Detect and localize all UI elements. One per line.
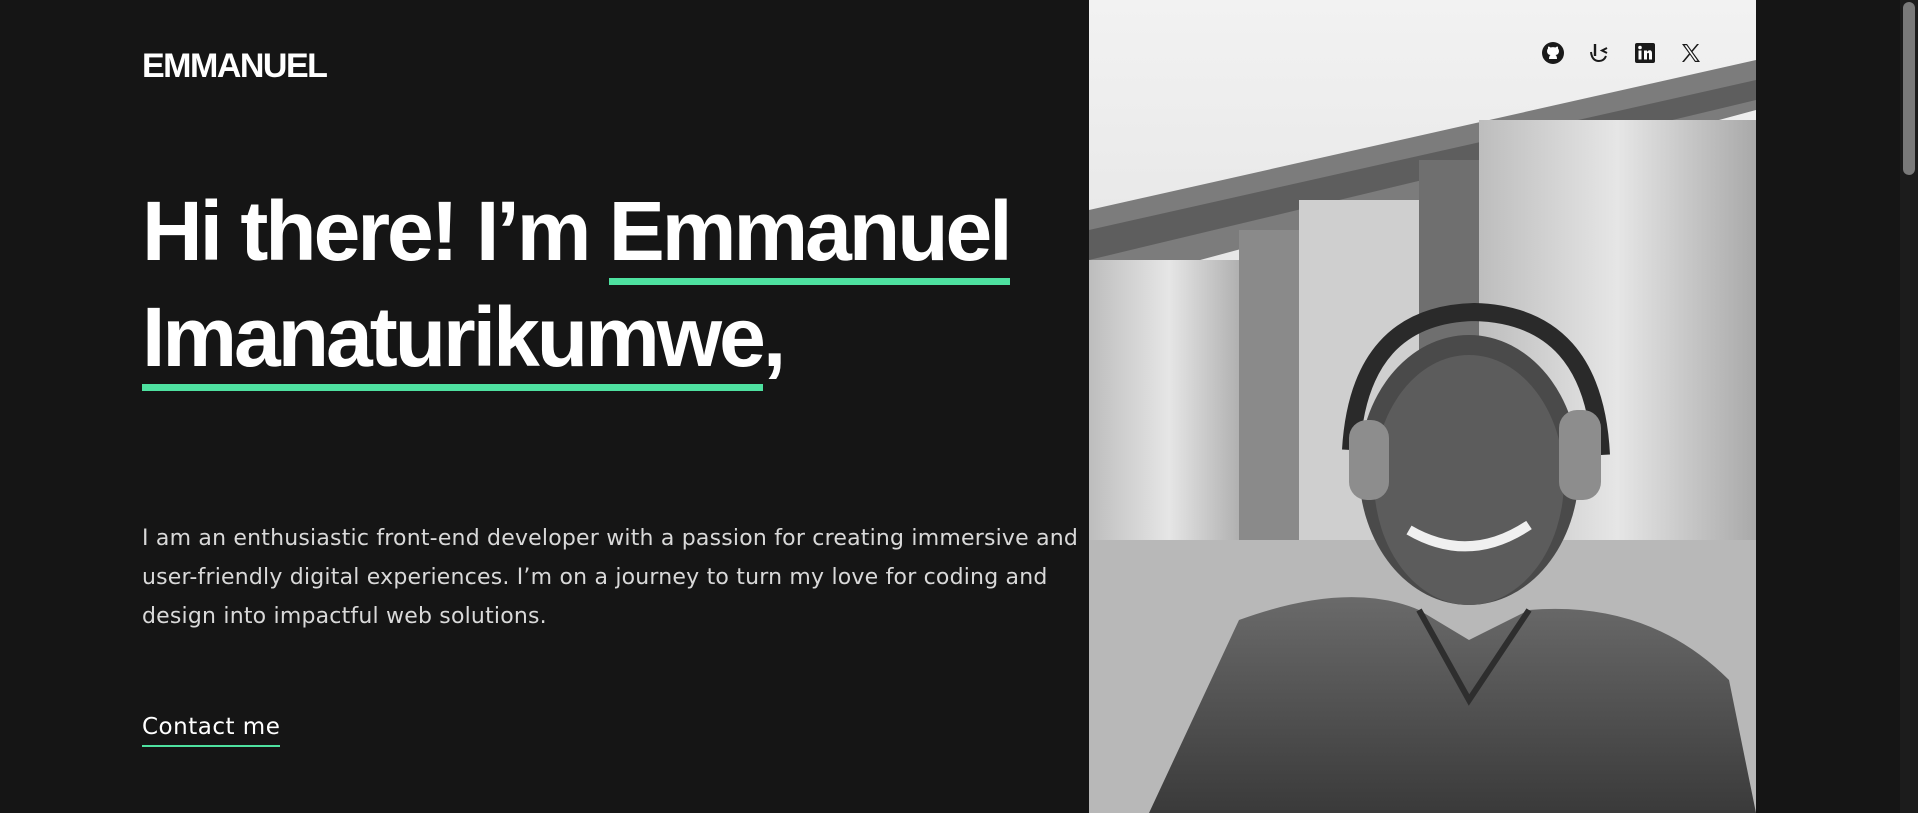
hero-name-suffix: ,	[762, 290, 786, 384]
site-logo[interactable]: EMMANUEL	[142, 44, 328, 88]
x-twitter-icon[interactable]	[1678, 40, 1704, 66]
frontend-mentor-icon[interactable]	[1586, 40, 1612, 66]
hero-greeting: Hi there! I’m	[142, 184, 609, 278]
linkedin-icon[interactable]	[1632, 40, 1658, 66]
scrollbar-thumb[interactable]	[1903, 2, 1915, 175]
github-icon[interactable]	[1540, 40, 1566, 66]
profile-photo-illustration	[1089, 0, 1756, 813]
profile-photo	[1089, 0, 1756, 813]
social-links	[1540, 40, 1704, 66]
contact-me-link[interactable]: Contact me	[142, 711, 281, 747]
hero-title: Hi there! I’m Emmanuel Imanaturikumwe,	[142, 178, 1062, 391]
hero-name-last: Imanaturikumwe	[142, 290, 766, 391]
hero-name-first: Emmanuel	[608, 184, 1013, 285]
page: EMMANUEL Hi there! I’m Emmanuel Imanaturi…	[0, 0, 1918, 813]
vertical-scrollbar[interactable]	[1900, 0, 1918, 813]
hero-intro: I am an enthusiastic front-end developer…	[142, 526, 1079, 629]
